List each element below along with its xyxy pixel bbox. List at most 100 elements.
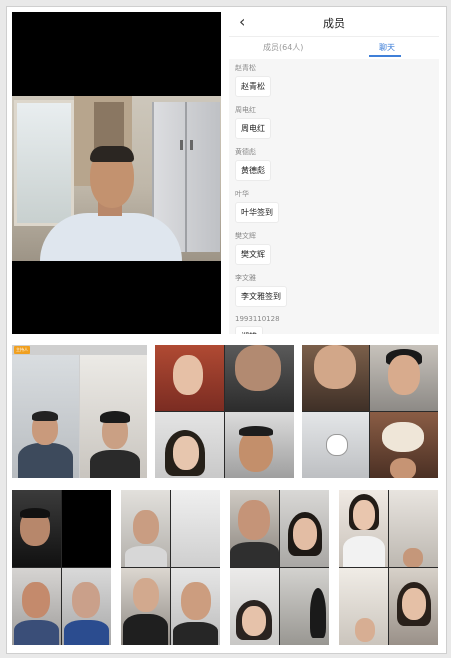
participant-face <box>173 436 199 470</box>
panel-header: ‹ 成员 <box>229 8 439 36</box>
chat-entry: 赵青松 赵青松 <box>235 63 433 103</box>
participant-video[interactable] <box>302 345 369 411</box>
speaker-hair <box>90 146 134 162</box>
participant-face <box>22 582 50 618</box>
participant-camera-off <box>326 434 348 456</box>
participant-face <box>235 345 281 391</box>
chat-entry: 李文雅 李文雅签到 <box>235 273 433 313</box>
chat-sender: 李文雅 <box>235 274 256 282</box>
participant-face <box>239 430 273 472</box>
participant-face <box>181 582 211 620</box>
participant-face <box>133 510 159 544</box>
participant-video[interactable] <box>155 412 224 478</box>
participant-video[interactable] <box>12 355 79 478</box>
participant-shirt <box>230 542 279 567</box>
participant-face <box>388 355 420 395</box>
host-badge: 主持人 <box>14 346 30 354</box>
participant-hair <box>310 588 326 638</box>
participant-video[interactable] <box>171 568 220 645</box>
tab-members[interactable]: 成员(64人) <box>263 42 303 53</box>
chat-sender: 叶华 <box>235 190 249 198</box>
participant-video[interactable] <box>280 568 329 645</box>
participant-video[interactable] <box>230 490 279 567</box>
speaker-shirt <box>40 213 182 261</box>
participant-shirt <box>14 620 59 645</box>
chat-sender: 黄德彪 <box>235 148 256 156</box>
participant-video[interactable] <box>280 490 329 567</box>
chat-entry: 黄德彪 黄德彪 <box>235 147 433 187</box>
participant-video[interactable] <box>339 490 388 567</box>
participant-video[interactable] <box>171 490 220 567</box>
video-grid <box>12 490 111 645</box>
main-speaker-video[interactable] <box>12 12 221 334</box>
chat-sender: 周电红 <box>235 106 256 114</box>
participant-hair <box>20 508 50 518</box>
wall-painting <box>382 422 424 452</box>
participant-video[interactable] <box>80 355 147 478</box>
participant-face <box>403 548 423 567</box>
video-grid <box>339 490 438 645</box>
participant-face <box>238 500 270 540</box>
participant-video[interactable] <box>302 412 369 478</box>
participant-video[interactable] <box>370 345 438 411</box>
chat-entry: 周电红 周电红 <box>235 105 433 145</box>
participant-shirt <box>123 614 168 645</box>
cabinet-handle <box>190 140 193 150</box>
participant-face <box>133 578 159 612</box>
active-tab-indicator <box>369 55 401 57</box>
participant-shirt <box>90 450 140 478</box>
chat-entry: 樊文辉 樊文辉 <box>235 231 433 271</box>
participant-video[interactable] <box>121 490 170 567</box>
participant-face <box>293 518 317 550</box>
video-grid <box>230 490 329 645</box>
participant-video[interactable] <box>389 568 438 645</box>
chat-message[interactable]: 李文雅签到 <box>235 286 287 307</box>
panel-title: 成员 <box>323 17 345 30</box>
participant-shirt <box>343 536 385 567</box>
video-grid <box>155 345 294 478</box>
participant-video[interactable] <box>62 568 111 645</box>
chat-list: 赵青松 赵青松 周电红 周电红 黄德彪 黄德彪 叶华 叶华签到 樊文辉 樊文辉 … <box>229 59 439 334</box>
participant-shirt <box>125 546 167 567</box>
video-grid <box>121 490 220 645</box>
chat-message[interactable]: 叶华签到 <box>235 202 279 223</box>
participant-face <box>173 355 203 395</box>
participant-shirt <box>18 443 73 478</box>
participant-video[interactable] <box>339 568 388 645</box>
chat-message[interactable]: 黄德彪 <box>235 160 271 181</box>
participant-face <box>314 345 356 389</box>
video-grid: 主持人 <box>12 345 147 478</box>
participant-video[interactable] <box>155 345 224 411</box>
chat-sender: 赵青松 <box>235 64 256 72</box>
participant-video[interactable] <box>389 490 438 567</box>
panel-tabs: 成员(64人) 聊天 <box>229 36 439 59</box>
chat-message[interactable]: 郑雄 <box>235 326 263 334</box>
participant-video[interactable] <box>62 490 111 567</box>
participant-hair <box>239 426 273 436</box>
participant-video[interactable] <box>370 412 438 478</box>
participant-video[interactable] <box>230 568 279 645</box>
participant-face <box>355 618 375 642</box>
participant-face <box>402 588 426 620</box>
chat-message[interactable]: 周电红 <box>235 118 271 139</box>
member-panel: ‹ 成员 成员(64人) 聊天 赵青松 赵青松 周电红 周电红 黄德彪 黄德彪 … <box>229 8 439 334</box>
chat-sender: 1993110128 <box>235 315 280 323</box>
participant-video[interactable] <box>121 568 170 645</box>
participant-shirt <box>173 622 218 645</box>
participant-video[interactable] <box>225 345 294 411</box>
participant-face <box>390 458 416 478</box>
participant-video[interactable] <box>225 412 294 478</box>
participant-video[interactable] <box>12 568 61 645</box>
chat-message[interactable]: 樊文辉 <box>235 244 271 265</box>
participant-video[interactable] <box>12 490 61 567</box>
chat-entry: 1993110128 郑雄 <box>235 315 433 334</box>
participant-face <box>353 500 375 530</box>
chat-sender: 樊文辉 <box>235 232 256 240</box>
tab-chat[interactable]: 聊天 <box>379 42 395 53</box>
speaker-person <box>40 146 182 261</box>
chat-message[interactable]: 赵青松 <box>235 76 271 97</box>
video-grid <box>302 345 438 478</box>
participant-face <box>242 606 266 636</box>
participant-hair <box>32 411 58 421</box>
participant-hair <box>100 411 130 423</box>
